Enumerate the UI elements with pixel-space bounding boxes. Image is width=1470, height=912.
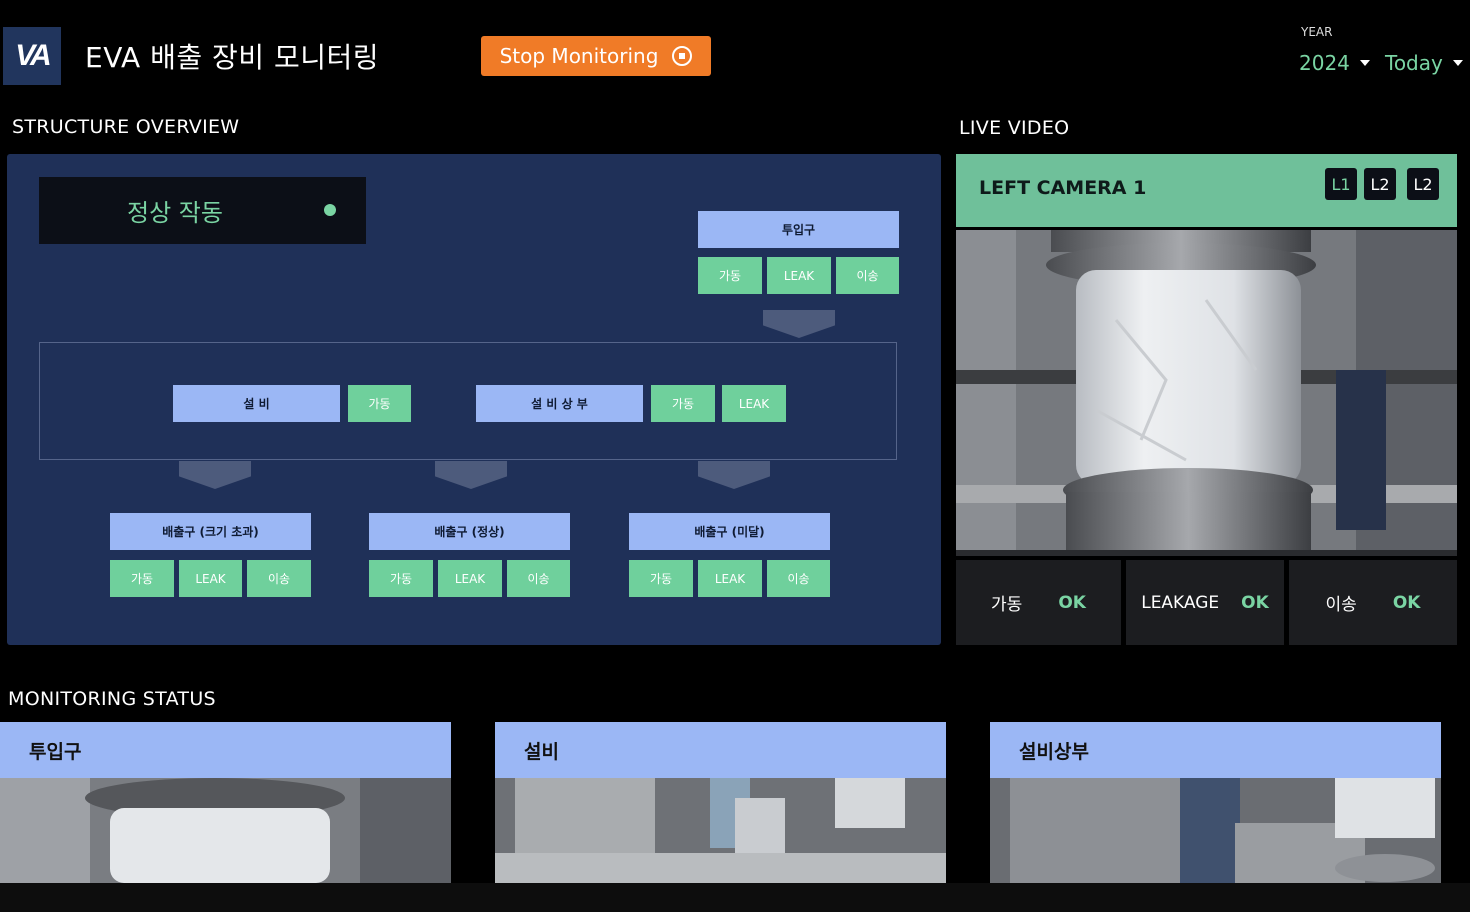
outlet-normal-tag-transfer[interactable]: 이송 bbox=[507, 560, 570, 597]
period-value: Today bbox=[1385, 51, 1443, 75]
camera-title: LEFT CAMERA 1 bbox=[979, 177, 1147, 199]
inlet-tag-operation[interactable]: 가동 bbox=[698, 257, 762, 294]
structure-overview-title: STRUCTURE OVERVIEW bbox=[12, 116, 240, 138]
year-dropdown[interactable]: 2024 bbox=[1299, 51, 1370, 75]
metric-leakage-label: LEAKAGE bbox=[1141, 592, 1220, 613]
status-indicator-dot bbox=[324, 204, 336, 216]
metric-leakage-value: OK bbox=[1241, 592, 1269, 613]
equipment-tag-operation[interactable]: 가동 bbox=[348, 385, 411, 422]
outlet-oversize-tag-leak[interactable]: LEAK bbox=[179, 560, 242, 597]
outlet-oversize-tag-transfer[interactable]: 이송 bbox=[247, 560, 311, 597]
camera-thumbnail bbox=[495, 778, 946, 883]
camera-thumbnail bbox=[0, 778, 451, 883]
monitoring-card-title: 투입구 bbox=[0, 722, 451, 778]
monitoring-card-equipment-top[interactable]: 설비상부 bbox=[990, 722, 1441, 883]
year-label: YEAR bbox=[1301, 25, 1333, 39]
app-title: EVA 배출 장비 모니터링 bbox=[85, 41, 379, 74]
metric-transfer-label: 이송 bbox=[1325, 595, 1357, 615]
metric-operation-label: 가동 bbox=[991, 595, 1023, 615]
outlet-normal-tag-leak[interactable]: LEAK bbox=[438, 560, 502, 597]
node-inlet[interactable]: 투입구 bbox=[698, 211, 899, 248]
metric-leakage: LEAKAGE OK bbox=[1126, 560, 1284, 645]
node-equipment[interactable]: 설 비 bbox=[173, 385, 340, 422]
monitoring-status-title: MONITORING STATUS bbox=[8, 688, 216, 710]
structure-panel: 정상 작동 투입구 가동 LEAK 이송 설 비 가동 설 비 상 부 가동 L… bbox=[7, 154, 941, 645]
video-frame-image bbox=[956, 230, 1457, 556]
status-box: 정상 작동 bbox=[39, 177, 366, 244]
node-equipment-top[interactable]: 설 비 상 부 bbox=[476, 385, 643, 422]
monitoring-card-inlet[interactable]: 투입구 bbox=[0, 722, 451, 883]
stop-icon bbox=[672, 46, 693, 66]
outlet-oversize-tag-operation[interactable]: 가동 bbox=[110, 560, 174, 597]
camera-header: LEFT CAMERA 1 L1 L2 L2 bbox=[956, 154, 1457, 227]
year-value: 2024 bbox=[1299, 51, 1350, 75]
live-video-feed[interactable] bbox=[956, 230, 1457, 556]
monitoring-card-title: 설비상부 bbox=[990, 722, 1441, 778]
node-outlet-undersize[interactable]: 배출구 (미달) bbox=[629, 513, 830, 550]
monitoring-card-title: 설비 bbox=[495, 722, 946, 778]
equipment-top-tag-operation[interactable]: 가동 bbox=[651, 385, 715, 422]
stop-monitoring-label: Stop Monitoring bbox=[499, 44, 659, 68]
outlet-normal-tag-operation[interactable]: 가동 bbox=[369, 560, 433, 597]
caret-down-icon bbox=[1359, 60, 1370, 66]
camera-thumbnail bbox=[990, 778, 1441, 883]
flow-arrow-icon bbox=[698, 461, 770, 489]
camera-button-l1[interactable]: L1 bbox=[1325, 168, 1357, 200]
metric-operation: 가동 OK bbox=[956, 560, 1121, 645]
metric-transfer: 이송 OK bbox=[1289, 560, 1457, 645]
metric-operation-value: OK bbox=[1058, 592, 1086, 613]
flow-arrow-icon bbox=[763, 310, 835, 338]
metric-transfer-value: OK bbox=[1392, 592, 1421, 613]
inlet-tag-transfer[interactable]: 이송 bbox=[836, 257, 899, 294]
outlet-undersize-tag-transfer[interactable]: 이송 bbox=[767, 560, 830, 597]
bottom-bar bbox=[0, 883, 1470, 912]
node-outlet-normal[interactable]: 배출구 (정상) bbox=[369, 513, 570, 550]
period-dropdown[interactable]: Today bbox=[1385, 51, 1463, 75]
app-logo: VA bbox=[3, 27, 61, 85]
outlet-undersize-tag-leak[interactable]: LEAK bbox=[698, 560, 762, 597]
monitoring-card-equipment[interactable]: 설비 bbox=[495, 722, 946, 883]
equipment-top-tag-leak[interactable]: LEAK bbox=[722, 385, 786, 422]
stop-monitoring-button[interactable]: Stop Monitoring bbox=[481, 36, 711, 76]
outlet-undersize-tag-operation[interactable]: 가동 bbox=[629, 560, 693, 597]
flow-arrow-icon bbox=[179, 461, 251, 489]
live-video-title: LIVE VIDEO bbox=[959, 117, 1070, 139]
camera-button-l2-alt[interactable]: L2 bbox=[1407, 168, 1439, 200]
camera-button-l2[interactable]: L2 bbox=[1364, 168, 1396, 200]
node-outlet-oversize[interactable]: 배출구 (크기 초과) bbox=[110, 513, 311, 550]
status-text: 정상 작동 bbox=[127, 199, 223, 227]
flow-arrow-icon bbox=[435, 461, 507, 489]
inlet-tag-leak[interactable]: LEAK bbox=[767, 257, 831, 294]
caret-down-icon bbox=[1452, 60, 1463, 66]
